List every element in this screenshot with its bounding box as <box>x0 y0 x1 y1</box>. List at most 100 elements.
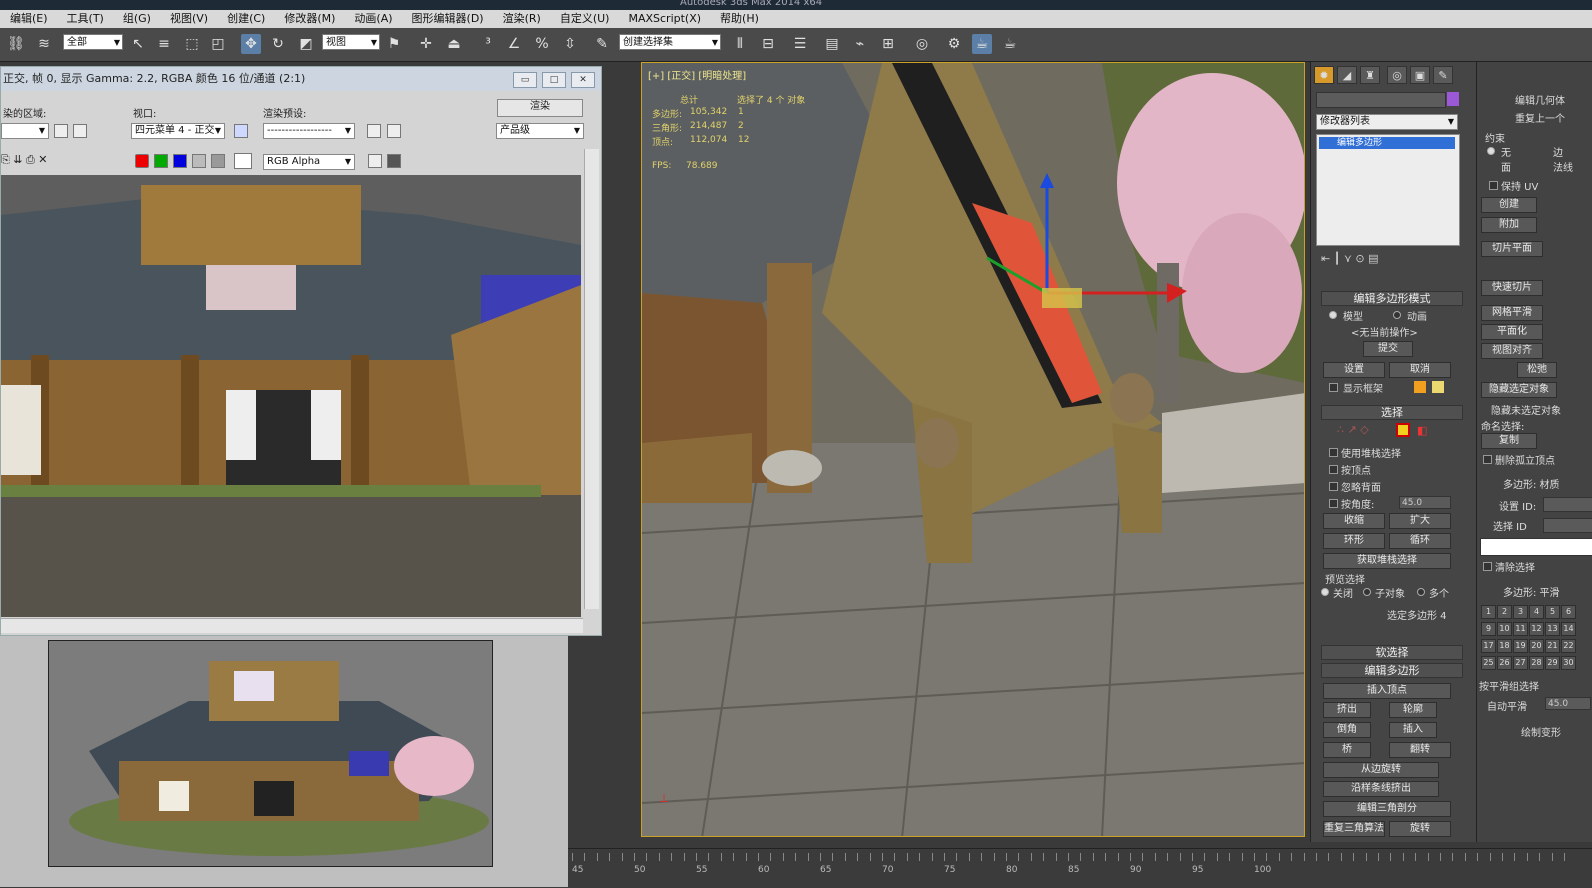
smoothing-group-button[interactable]: 28 <box>1529 656 1544 670</box>
copy-button[interactable]: 复制 <box>1481 433 1537 449</box>
soft-selection-header[interactable]: 软选择 <box>1321 645 1463 660</box>
timeline-ruler[interactable]: 45 50 55 60 65 70 75 80 85 90 95 100 <box>568 848 1592 888</box>
edit-triangulation-button[interactable]: 编辑三角剖分 <box>1323 801 1451 817</box>
unlink-icon[interactable]: ≋ <box>34 34 54 54</box>
settings-button[interactable]: 设置 <box>1323 362 1385 378</box>
smoothing-group-button[interactable]: 22 <box>1561 639 1576 653</box>
smoothing-group-button[interactable]: 13 <box>1545 622 1560 636</box>
utilities-tab-icon[interactable]: ✎ <box>1433 66 1453 84</box>
percent-snap-icon[interactable]: % <box>532 34 552 54</box>
smoothing-group-button[interactable]: 20 <box>1529 639 1544 653</box>
element-mode-icon[interactable]: ◧ <box>1417 424 1427 437</box>
smoothing-group-button[interactable]: 11 <box>1513 622 1528 636</box>
select-id-spinner[interactable] <box>1543 518 1592 533</box>
menu-customize[interactable]: 自定义(U) <box>560 10 610 28</box>
menu-maxscript[interactable]: MAXScript(X) <box>628 10 701 28</box>
display-tab-icon[interactable]: ▣ <box>1410 66 1430 84</box>
render-area-dropdown[interactable]: ▼ <box>1 123 49 139</box>
loop-button[interactable]: 循环 <box>1389 533 1451 549</box>
environment-icon[interactable] <box>387 124 401 138</box>
poly-material-header[interactable]: 多边形: 材质 <box>1503 476 1560 491</box>
edit-geometry-header[interactable]: 编辑几何体 <box>1515 92 1565 107</box>
menu-animation[interactable]: 动画(A) <box>354 10 392 28</box>
smoothing-group-button[interactable]: 19 <box>1513 639 1528 653</box>
lock-viewport-icon[interactable] <box>234 124 248 138</box>
minimize-button[interactable]: ▭ <box>513 72 537 88</box>
auto-region-icon[interactable] <box>73 124 87 138</box>
preview-subobject-radio[interactable] <box>1363 588 1371 596</box>
repeat-last-button[interactable]: 重复上一个 <box>1515 110 1565 125</box>
production-dropdown[interactable]: 产品级 ▼ <box>496 123 584 139</box>
inset-button[interactable]: 插入 <box>1389 722 1437 738</box>
alpha-channel-icon[interactable] <box>192 154 206 168</box>
select-id-button[interactable]: 选择 ID <box>1493 518 1527 533</box>
relax-button[interactable]: 松弛 <box>1517 362 1557 378</box>
smoothing-group-button[interactable]: 14 <box>1561 622 1576 636</box>
poly-smoothing-header[interactable]: 多边形: 平滑 <box>1503 584 1560 599</box>
pivot-icon[interactable]: ⚑ <box>384 34 404 54</box>
material-name-dropdown[interactable] <box>1480 538 1592 556</box>
stack-item-edit-poly[interactable]: 编辑多边形 <box>1319 137 1455 149</box>
menu-create[interactable]: 创建(C) <box>227 10 265 28</box>
smoothing-group-button[interactable]: 10 <box>1497 622 1512 636</box>
modifier-list-dropdown[interactable]: 修改器列表 ▼ <box>1316 114 1458 130</box>
rendered-frame-window[interactable]: 正交, 帧 0, 显示 Gamma: 2.2, RGBA 颜色 16 位/通道 … <box>0 66 602 636</box>
preview-multi-radio[interactable] <box>1417 588 1425 596</box>
preserve-uv-checkbox[interactable] <box>1489 181 1498 190</box>
modify-tab-icon[interactable]: ◢ <box>1337 66 1357 84</box>
extrude-button[interactable]: 挤出 <box>1323 702 1371 718</box>
view-align-button[interactable]: 视图对齐 <box>1481 343 1543 359</box>
viewport-label[interactable]: [+] [正交] [明暗处理] <box>648 67 746 82</box>
mirror-icon[interactable]: ⫴ <box>730 34 750 54</box>
object-color-swatch[interactable] <box>1447 92 1459 106</box>
selection-header[interactable]: 选择 <box>1321 405 1463 420</box>
constraint-none-radio[interactable] <box>1487 147 1495 155</box>
smoothing-group-button[interactable]: 18 <box>1497 639 1512 653</box>
render-button[interactable]: 渲染 <box>497 99 583 117</box>
vertical-scrollbar[interactable] <box>584 149 599 609</box>
grow-button[interactable]: 扩大 <box>1389 513 1451 529</box>
planarize-button[interactable]: 平面化 <box>1481 324 1543 340</box>
rendered-frame-icon[interactable]: ☕ <box>972 34 992 54</box>
commit-button[interactable]: 提交 <box>1363 341 1413 357</box>
paint-deform-header[interactable]: 绘制变形 <box>1521 724 1561 739</box>
bridge-button[interactable]: 桥 <box>1323 742 1371 758</box>
smoothing-group-button[interactable]: 29 <box>1545 656 1560 670</box>
insert-vertex-button[interactable]: 插入顶点 <box>1323 683 1451 699</box>
green-channel-icon[interactable] <box>154 154 168 168</box>
smoothing-group-button[interactable]: 25 <box>1481 656 1496 670</box>
angle-spinner[interactable]: 45.0 <box>1399 496 1451 509</box>
hinge-button[interactable]: 从边旋转 <box>1323 762 1439 778</box>
smoothing-group-button[interactable]: 1 <box>1481 605 1496 619</box>
rotate-icon[interactable]: ↻ <box>268 34 288 54</box>
blue-channel-icon[interactable] <box>173 154 187 168</box>
get-stack-selection-button[interactable]: 获取堆栈选择 <box>1323 553 1451 569</box>
smoothing-group-button[interactable]: 17 <box>1481 639 1496 653</box>
stack-tools-icons[interactable]: ⇤ ┃ ⋎ ⊙ ▤ <box>1321 252 1461 266</box>
subobject-icons[interactable]: ∴ ↗ ◇ <box>1337 423 1369 436</box>
menu-modifiers[interactable]: 修改器(M) <box>284 10 335 28</box>
use-stack-checkbox[interactable] <box>1329 448 1338 457</box>
schematic-icon[interactable]: ⊞ <box>878 34 898 54</box>
keyboard-shortcut-icon[interactable]: ⏏ <box>444 34 464 54</box>
link-icon[interactable]: ⛓ <box>6 34 26 54</box>
menu-edit[interactable]: 编辑(E) <box>10 10 48 28</box>
turn-button[interactable]: 旋转 <box>1389 821 1451 837</box>
cage-color-swatch-1[interactable] <box>1414 381 1426 393</box>
scale-icon[interactable]: ◩ <box>296 34 316 54</box>
smoothing-group-button[interactable]: 26 <box>1497 656 1512 670</box>
horizontal-scrollbar[interactable] <box>1 618 583 633</box>
select-by-name-icon[interactable]: ≡ <box>154 34 174 54</box>
menu-help[interactable]: 帮助(H) <box>720 10 759 28</box>
polygon-mode-icon[interactable] <box>1396 423 1410 437</box>
auto-smooth-spinner[interactable]: 45.0 <box>1545 697 1591 710</box>
overlay-icon[interactable] <box>387 154 401 168</box>
render-setup-icon[interactable]: ⚙ <box>944 34 964 54</box>
smoothing-group-button[interactable]: 2 <box>1497 605 1512 619</box>
edit-named-sel-icon[interactable]: ✎ <box>592 34 612 54</box>
rect-select-icon[interactable]: ⬚ <box>182 34 202 54</box>
smoothing-group-button[interactable]: 27 <box>1513 656 1528 670</box>
mode-model-radio[interactable] <box>1329 311 1337 319</box>
curve-editor-icon[interactable]: ⌁ <box>850 34 870 54</box>
select-by-smooth-button[interactable]: 按平滑组选择 <box>1479 678 1539 693</box>
